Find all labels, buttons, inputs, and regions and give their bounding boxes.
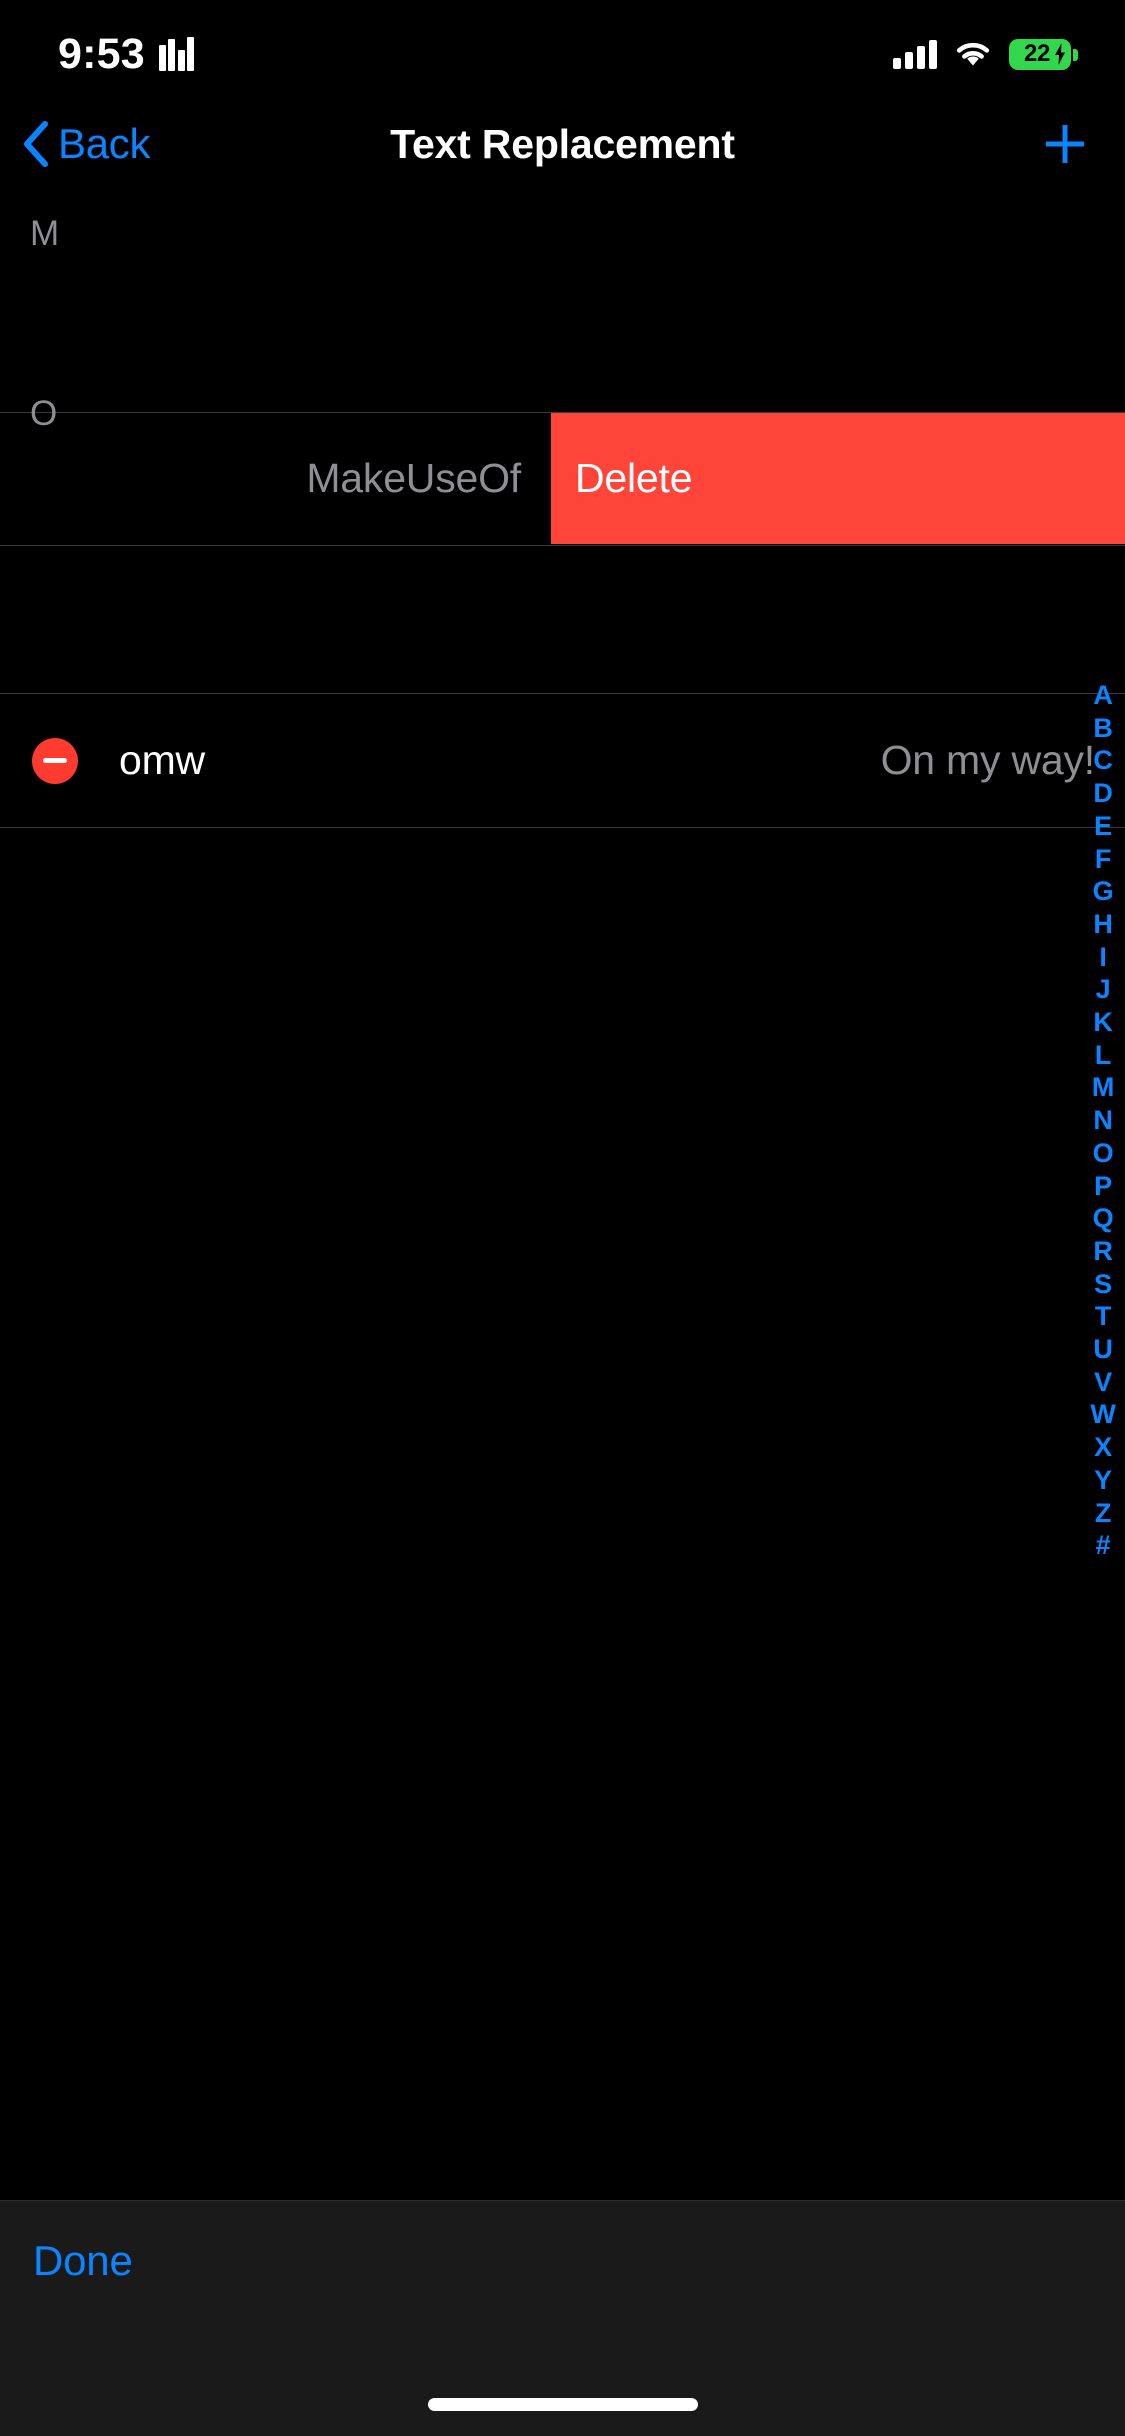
battery-icon: 22: [1009, 38, 1078, 70]
text-replacement-list: M MakeUseOf Delete O omw On my way!: [0, 190, 1125, 2200]
index-letter-b[interactable]: B: [1093, 712, 1113, 745]
index-letter-a[interactable]: A: [1093, 679, 1113, 712]
index-letter-c[interactable]: C: [1093, 744, 1113, 777]
index-letter-z[interactable]: Z: [1095, 1497, 1112, 1530]
index-letter-hash[interactable]: #: [1096, 1529, 1111, 1562]
status-bar-left: 9:53: [58, 29, 195, 78]
index-letter-l[interactable]: L: [1095, 1039, 1112, 1072]
index-letter-v[interactable]: V: [1094, 1366, 1112, 1399]
index-letter-x[interactable]: X: [1094, 1431, 1112, 1464]
swipe-delete-button[interactable]: Delete: [551, 413, 1125, 544]
bottom-toolbar: Done: [0, 2200, 1125, 2436]
navigation-bar: Back Text Replacement: [0, 98, 1125, 190]
done-button[interactable]: Done: [33, 2237, 133, 2285]
add-entry-button[interactable]: [1041, 98, 1089, 190]
index-letter-y[interactable]: Y: [1094, 1464, 1112, 1497]
page-title: Text Replacement: [390, 120, 735, 167]
index-letter-f[interactable]: F: [1095, 843, 1112, 876]
table-row[interactable]: MakeUseOf Delete: [0, 412, 1125, 546]
section-header-label: M: [30, 214, 60, 253]
index-letter-w[interactable]: W: [1090, 1398, 1115, 1431]
books-icon: [158, 37, 195, 71]
index-letter-o[interactable]: O: [1093, 1137, 1114, 1170]
index-letter-t[interactable]: T: [1095, 1300, 1112, 1333]
minus-circle-icon[interactable]: [32, 737, 78, 784]
index-letter-i[interactable]: I: [1099, 941, 1107, 974]
index-letter-j[interactable]: J: [1096, 973, 1111, 1006]
index-letter-d[interactable]: D: [1093, 777, 1113, 810]
row-phrase-label: MakeUseOf: [306, 455, 521, 501]
index-letter-s[interactable]: S: [1094, 1268, 1112, 1301]
index-letter-g[interactable]: G: [1093, 875, 1114, 908]
index-letter-p[interactable]: P: [1094, 1170, 1112, 1203]
row-shortcut-label: omw: [119, 737, 205, 783]
alphabet-index-bar[interactable]: A B C D E F G H I J K L M N O P Q R S T U V W X Y Z #: [1081, 679, 1125, 1562]
index-letter-r[interactable]: R: [1093, 1235, 1113, 1268]
index-letter-h[interactable]: H: [1093, 908, 1113, 941]
charging-bolt-icon: [1055, 42, 1065, 65]
table-row-content: MakeUseOf: [0, 413, 551, 544]
swipe-delete-label: Delete: [575, 455, 693, 501]
status-bar: 9:53 22: [0, 0, 1125, 98]
index-letter-n[interactable]: N: [1093, 1104, 1113, 1137]
index-letter-k[interactable]: K: [1093, 1006, 1113, 1039]
index-letter-e[interactable]: E: [1094, 810, 1112, 843]
battery-percent-label: 22: [1024, 40, 1050, 67]
table-row[interactable]: omw On my way!: [0, 693, 1125, 828]
status-time: 9:53: [58, 29, 145, 78]
section-header-label: O: [30, 394, 58, 433]
plus-icon: [1041, 120, 1089, 168]
home-indicator[interactable]: [427, 2398, 698, 2411]
index-letter-q[interactable]: Q: [1093, 1202, 1114, 1235]
status-bar-right: 22: [893, 38, 1078, 70]
index-letter-u[interactable]: U: [1093, 1333, 1113, 1366]
wifi-icon: [953, 39, 993, 69]
row-phrase-label: On my way!: [880, 737, 1096, 783]
cellular-signal-icon: [893, 39, 937, 69]
index-letter-m[interactable]: M: [1092, 1071, 1114, 1104]
